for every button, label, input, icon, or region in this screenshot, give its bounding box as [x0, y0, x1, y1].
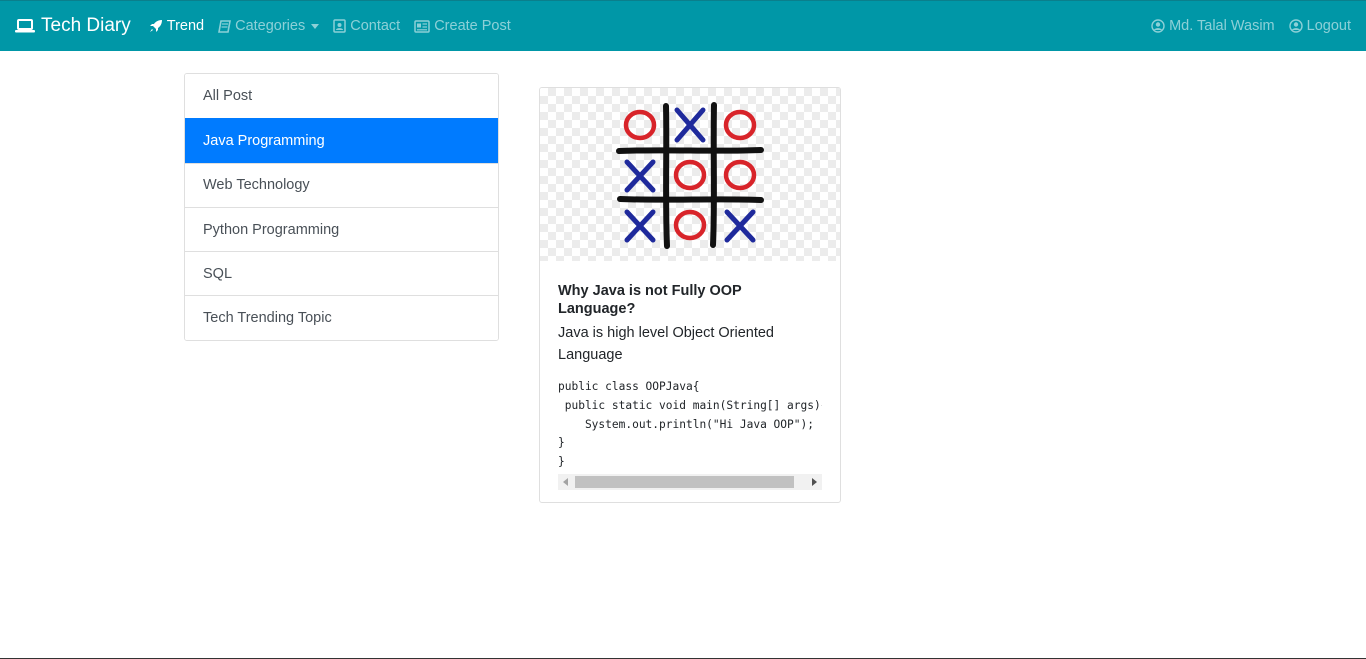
nav-create-post[interactable]: Create Post — [414, 18, 511, 34]
category-item-python-programming[interactable]: Python Programming — [185, 206, 498, 252]
nav-contact-label: Contact — [350, 18, 401, 34]
user-circle-icon — [1288, 19, 1303, 33]
code-block[interactable]: public class OOPJava{ public static void… — [558, 378, 822, 490]
category-item-tech-trending-topic[interactable]: Tech Trending Topic — [185, 295, 498, 340]
post-description: Java is high level Object Oriented Langu… — [558, 325, 774, 363]
post-card-body: Why Java is not Fully OOP Language? Java… — [540, 261, 840, 490]
nav-trend-label: Trend — [166, 18, 205, 34]
laptop-icon — [15, 18, 35, 34]
scroll-right-arrow-icon[interactable] — [812, 477, 817, 486]
post-image — [540, 88, 840, 261]
nav-right-group: Md. Talal Wasim Logout — [1137, 18, 1351, 34]
post-title: Why Java is not Fully OOP Language? — [558, 283, 742, 317]
nav-trend[interactable]: Trend — [149, 18, 204, 34]
nav-user-label: Md. Talal Wasim — [1169, 18, 1275, 34]
scrollbar-thumb[interactable] — [575, 475, 794, 488]
brand-link[interactable]: Tech Diary — [15, 15, 131, 37]
nav-logout-label: Logout — [1306, 18, 1351, 34]
post-code: public class OOPJava{ public static void… — [558, 380, 822, 469]
category-item-java-programming[interactable]: Java Programming — [185, 118, 498, 163]
top-navbar: Tech Diary Trend Categories Contact Crea… — [0, 0, 1366, 51]
nav-categories-label: Categories — [235, 18, 306, 34]
rocket-icon — [149, 19, 163, 33]
category-item-sql[interactable]: SQL — [185, 251, 498, 296]
book-icon — [218, 19, 232, 33]
user-circle-icon — [1151, 19, 1165, 33]
nav-user-profile[interactable]: Md. Talal Wasim — [1151, 18, 1275, 34]
chevron-down-icon — [311, 23, 320, 29]
category-item-web-technology[interactable]: Web Technology — [185, 162, 498, 207]
tic-tac-toe-image — [616, 101, 764, 249]
post-card: Why Java is not Fully OOP Language? Java… — [539, 87, 841, 503]
category-item-all-post[interactable]: All Post — [185, 74, 498, 119]
nav-logout[interactable]: Logout — [1288, 18, 1351, 34]
nav-create-post-label: Create Post — [434, 18, 511, 34]
brand-title: Tech Diary — [41, 15, 131, 36]
nav-categories-dropdown[interactable]: Categories — [218, 18, 320, 34]
scroll-left-arrow-icon[interactable] — [563, 477, 568, 486]
contact-book-icon — [333, 19, 346, 33]
code-horizontal-scrollbar[interactable] — [558, 473, 822, 490]
category-list: All Post Java Programming Web Technology… — [184, 73, 499, 341]
news-icon — [414, 19, 430, 33]
nav-contact[interactable]: Contact — [333, 18, 400, 34]
